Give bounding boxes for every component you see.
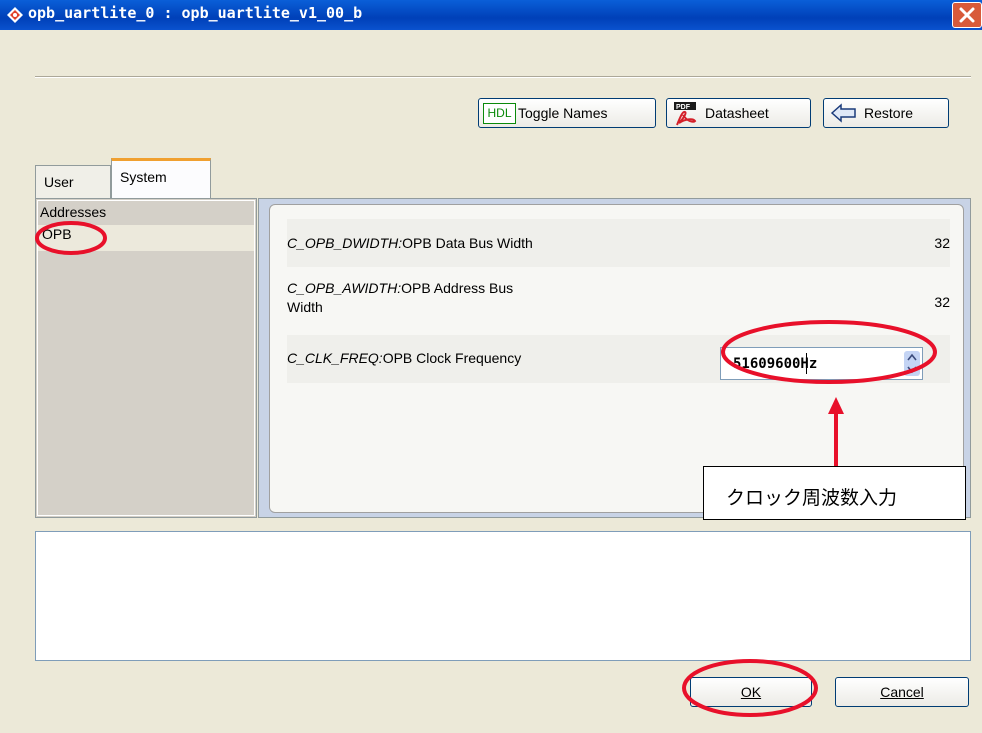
param-desc-line2: Width bbox=[287, 299, 323, 315]
category-list-inner: Addresses OPB bbox=[37, 200, 255, 516]
param-desc: OPB Data Bus Width bbox=[402, 235, 533, 251]
category-opb: OPB bbox=[42, 226, 72, 242]
clock-frequency-value: 51609600Hz bbox=[733, 356, 818, 372]
param-name: C_CLK_FREQ: bbox=[287, 350, 383, 366]
param-name: C_OPB_DWIDTH: bbox=[287, 235, 403, 251]
tab-system-label: System bbox=[120, 169, 167, 185]
ok-button[interactable]: OK bbox=[690, 677, 812, 707]
ok-label: OK bbox=[740, 684, 762, 700]
pdf-icon: PDF bbox=[674, 102, 697, 126]
category-list: Addresses OPB bbox=[35, 198, 257, 518]
spinner-arrows-icon bbox=[907, 353, 917, 374]
annotation-callout-text: クロック周波数入力 bbox=[726, 487, 898, 509]
param-row-dwidth: C_OPB_DWIDTH:OPB Data Bus Width 32 bbox=[287, 219, 950, 267]
cancel-label: Cancel bbox=[880, 684, 924, 700]
toggle-names-button[interactable]: HDL Toggle Names bbox=[478, 98, 656, 128]
restore-arrow-icon bbox=[830, 103, 856, 123]
spinner-arrows[interactable] bbox=[904, 351, 920, 376]
param-value: 32 bbox=[934, 294, 950, 310]
category-opb-row[interactable]: OPB bbox=[38, 225, 254, 251]
param-desc: OPB Clock Frequency bbox=[382, 350, 522, 366]
close-button[interactable] bbox=[952, 2, 982, 28]
gear-diamond-icon bbox=[7, 7, 23, 23]
cancel-button[interactable]: Cancel bbox=[835, 677, 969, 707]
separator bbox=[35, 76, 971, 78]
title-bar[interactable]: opb_uartlite_0 : opb_uartlite_v1_00_b bbox=[0, 0, 982, 30]
param-row-awidth: C_OPB_AWIDTH:OPB Address Bus Width 32 bbox=[287, 277, 950, 329]
category-addresses[interactable]: Addresses bbox=[40, 204, 106, 220]
datasheet-button[interactable]: PDF Datasheet bbox=[666, 98, 811, 128]
restore-button[interactable]: Restore bbox=[823, 98, 949, 128]
hdl-icon: HDL bbox=[483, 103, 516, 124]
text-caret bbox=[806, 353, 807, 374]
datasheet-label: Datasheet bbox=[705, 105, 769, 121]
restore-label: Restore bbox=[864, 105, 914, 121]
param-value: 32 bbox=[934, 235, 950, 251]
clock-frequency-spinner[interactable]: 51609600Hz bbox=[720, 347, 923, 380]
dialog-window: opb_uartlite_0 : opb_uartlite_v1_00_b HD… bbox=[0, 0, 982, 733]
annotation-callout: クロック周波数入力 bbox=[703, 466, 966, 520]
window-title: opb_uartlite_0 : opb_uartlite_v1_00_b bbox=[28, 4, 363, 22]
param-desc: OPB Address Bus bbox=[401, 280, 514, 296]
tab-system[interactable]: System bbox=[111, 158, 211, 199]
close-icon bbox=[959, 7, 975, 23]
toggle-names-label: Toggle Names bbox=[518, 105, 608, 121]
description-area bbox=[35, 531, 971, 661]
param-name: C_OPB_AWIDTH: bbox=[287, 280, 402, 296]
tab-user-label: User bbox=[44, 174, 74, 190]
tab-user[interactable]: User bbox=[35, 165, 111, 199]
svg-text:PDF: PDF bbox=[676, 104, 691, 111]
